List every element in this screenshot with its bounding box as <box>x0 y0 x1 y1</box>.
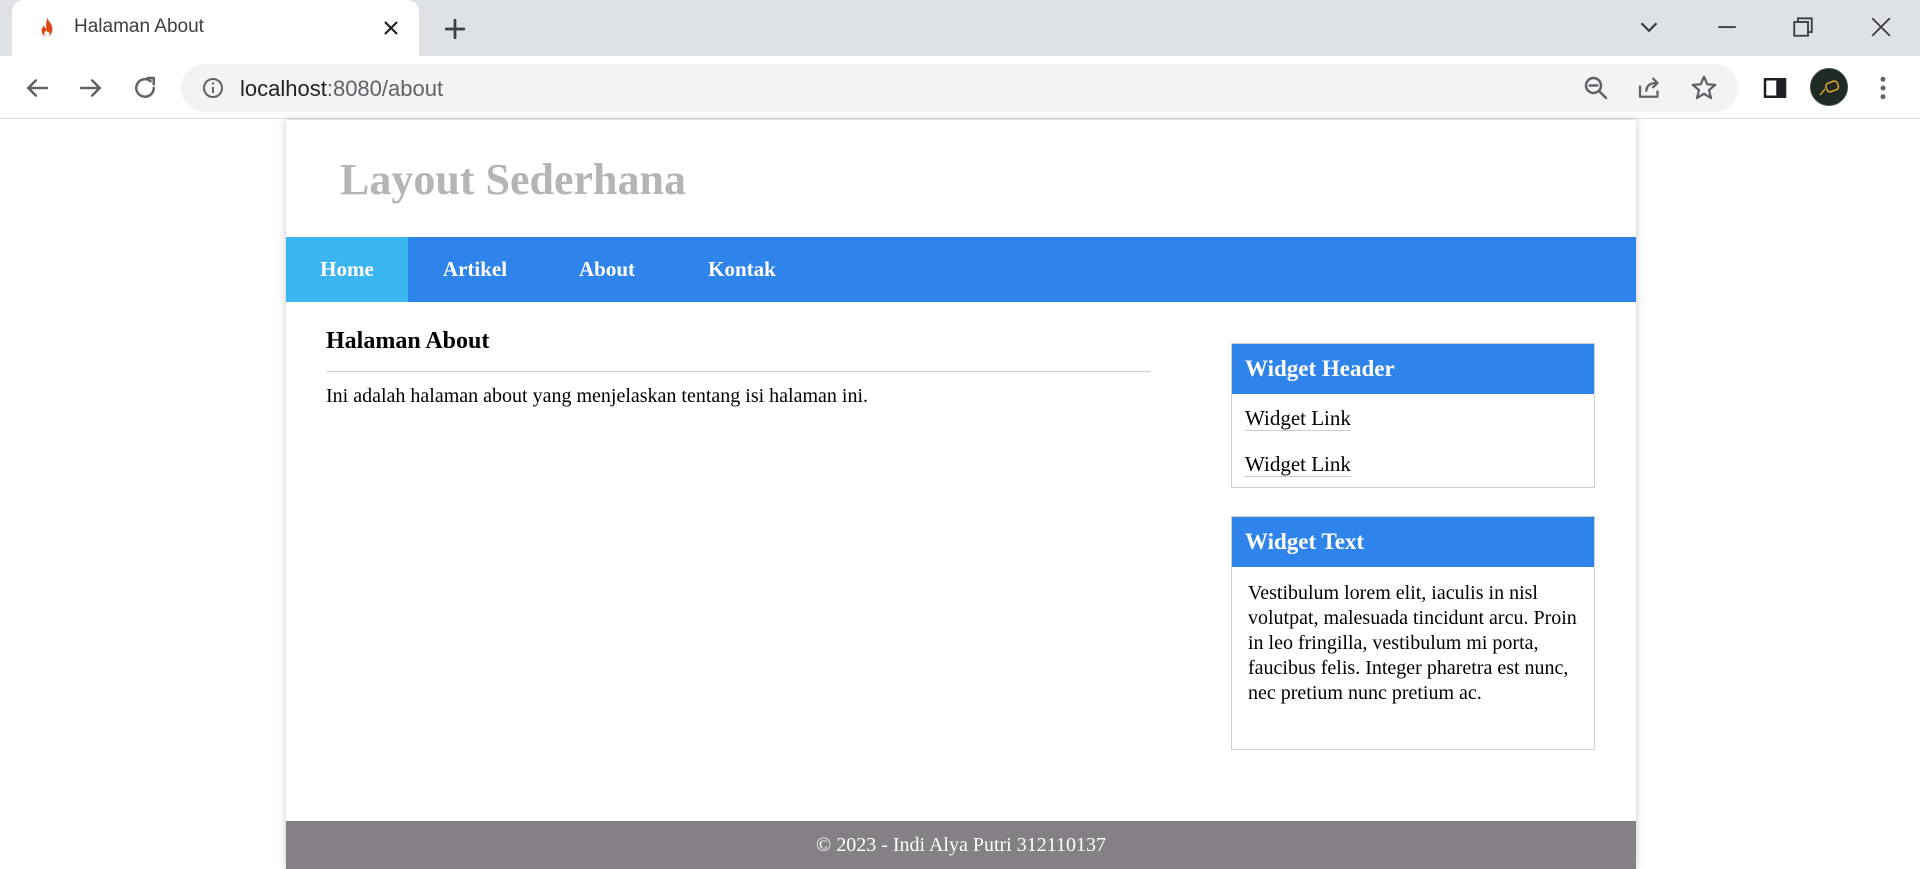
nav-item-about[interactable]: About <box>542 237 672 302</box>
widget-header: Widget Header <box>1232 344 1594 394</box>
address-bar[interactable]: localhost:8080/about <box>181 64 1738 112</box>
url-text[interactable]: localhost:8080/about <box>240 76 443 102</box>
widget-link[interactable]: Widget Link <box>1245 407 1351 431</box>
forward-arrow-icon[interactable] <box>76 73 106 103</box>
zoom-out-icon[interactable] <box>1581 73 1611 103</box>
share-icon[interactable] <box>1635 73 1665 103</box>
url-host: localhost <box>240 76 327 101</box>
main-nav: Home Artikel About Kontak <box>286 237 1636 302</box>
article-text: Ini adalah halaman about yang menjelaska… <box>326 385 869 407</box>
back-arrow-icon[interactable] <box>22 73 52 103</box>
bookmark-star-icon[interactable] <box>1689 73 1719 103</box>
flame-icon <box>41 17 53 37</box>
reload-icon[interactable] <box>130 73 160 103</box>
minimize-icon[interactable] <box>1712 12 1742 42</box>
footer: © 2023 - Indi Alya Putri 312110137 <box>286 821 1636 869</box>
restore-icon[interactable] <box>1788 12 1818 42</box>
tab-title: Halaman About <box>74 16 204 37</box>
text-widget: Widget Text Vestibulum lorem elit, iacul… <box>1231 516 1595 750</box>
nav-item-kontak[interactable]: Kontak <box>672 237 812 302</box>
nav-item-artikel[interactable]: Artikel <box>408 237 542 302</box>
side-panel-icon[interactable] <box>1760 73 1790 103</box>
nav-item-home[interactable]: Home <box>286 237 408 302</box>
browser-toolbar: localhost:8080/about <box>0 56 1920 119</box>
widget-text: Vestibulum lorem elit, iaculis in nisl v… <box>1248 582 1577 704</box>
browser-tabstrip: Halaman About <box>0 0 1920 56</box>
widget-link[interactable]: Widget Link <box>1245 453 1351 477</box>
links-widget: Widget Header Widget Link Widget Link <box>1231 343 1595 488</box>
tab-search-chevron-icon[interactable] <box>1634 12 1664 42</box>
new-tab-plus-icon[interactable] <box>440 14 470 44</box>
profile-avatar[interactable] <box>1810 68 1848 106</box>
browser-tab[interactable]: Halaman About <box>12 0 419 56</box>
page-container: Layout Sederhana Home Artikel About Kont… <box>286 120 1636 869</box>
article-divider <box>326 371 1150 372</box>
widget-header: Widget Text <box>1232 517 1594 567</box>
avatar-image-icon <box>1819 80 1840 96</box>
url-path: :8080/about <box>326 76 444 101</box>
site-title: Layout Sederhana <box>340 155 686 204</box>
close-window-icon[interactable] <box>1866 12 1896 42</box>
article-title: Halaman About <box>326 328 490 354</box>
close-tab-icon[interactable] <box>378 15 404 41</box>
web-page: Layout Sederhana Home Artikel About Kont… <box>0 120 1920 869</box>
site-info-icon[interactable] <box>201 76 225 100</box>
menu-kebab-icon[interactable] <box>1868 73 1898 103</box>
